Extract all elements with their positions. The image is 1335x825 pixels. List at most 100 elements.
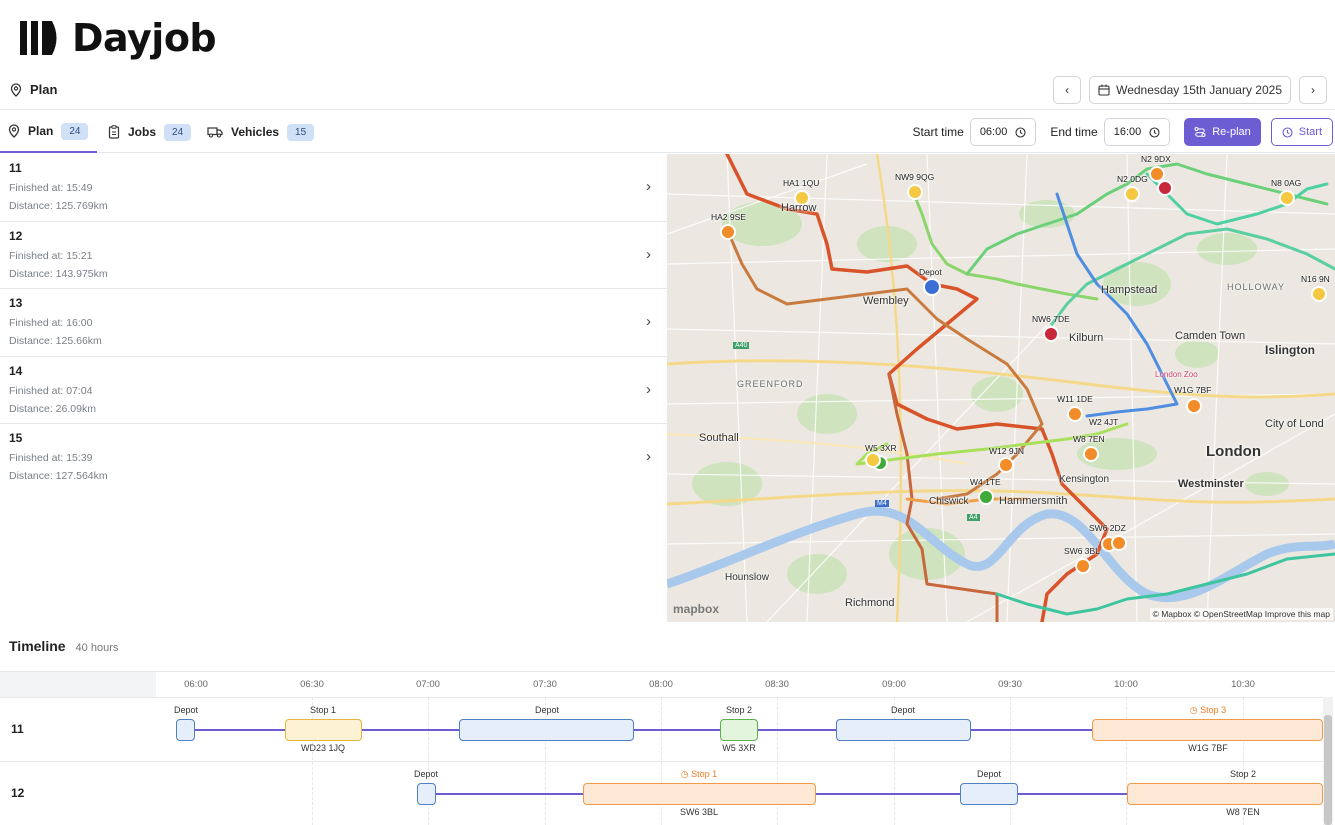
map-place-label: Chiswick [929,496,969,507]
chevron-right-icon: › [646,448,651,465]
map-place-label: Kensington [1059,474,1110,485]
timeline-depot-block[interactable] [417,783,436,805]
plan-id: 11 [9,161,22,175]
plan-id: 12 [9,228,23,243]
route-icon [1194,127,1206,137]
location-pin-icon [10,82,22,97]
timeline-row-label: 12 [11,786,25,800]
map-stop-label: W1G 7BF [1174,385,1212,395]
plan-finished: Finished at: 07:04 [9,384,93,397]
tab-vehicles-count: 15 [287,123,315,141]
tabs-bar: Plan 24 Jobs 24 Vehicles 15 Start time 0… [0,111,1335,153]
timeline-depot-block[interactable] [960,783,1018,805]
timeline-depot-block[interactable] [459,719,634,741]
map-stop-label: N16 9N [1301,274,1330,284]
timeline-depot-block[interactable] [836,719,971,741]
timeline-depot-block[interactable] [176,719,195,741]
start-button-label: Start [1298,126,1322,138]
timeline-scrollbar[interactable] [1323,697,1333,825]
map-stop-label: W11 1DE [1057,394,1093,404]
map-attribution[interactable]: © Mapbox © OpenStreetMap Improve this ma… [1149,608,1333,620]
timeline-block-label-late: ◷ Stop 3 [1190,705,1226,716]
clock-icon: ◷ [1189,705,1201,715]
timeline-block-label-text: Stop 1 [691,769,718,779]
map-stop-label: Depot [919,267,942,277]
timeline-stop-block[interactable] [1127,783,1323,805]
timeline-postcode-label: SW6 3BL [679,807,719,817]
scrollbar-thumb[interactable] [1324,715,1332,825]
replan-button[interactable]: Re-plan [1184,118,1261,146]
tab-jobs[interactable]: Jobs 24 [108,111,192,153]
timeline-stop-block[interactable] [1092,719,1323,741]
map-place-label: Westminster [1178,478,1244,490]
start-time-value: 06:00 [979,126,1008,138]
map-place-label: Hammersmith [999,495,1068,507]
page-title: Plan [10,82,57,97]
timeline-stop-block[interactable] [720,719,758,741]
timeline-row: 12 Depot ◷ Stop 1 Depot Stop 2 SW6 3BL W… [0,761,1323,825]
chevron-right-icon: › [646,313,651,330]
chevron-right-icon: › [646,380,651,398]
next-day-button[interactable]: › [1299,76,1327,104]
tab-vehicles[interactable]: Vehicles 15 [207,111,315,153]
timeline-tick: 08:30 [765,679,789,690]
tab-plan[interactable]: Plan 24 [0,111,97,153]
map-stop-label: NW6 7DE [1032,314,1070,324]
plan-id: 14 [9,363,23,378]
timeline-block-label: Stop 2 [725,705,753,715]
timeline-block-label: Depot [413,769,439,779]
timeline-grid: 06:00 06:30 07:00 07:30 08:00 08:30 09:0… [0,671,1335,825]
end-time-input[interactable]: 16:00 [1103,118,1171,146]
replan-label: Re-plan [1212,126,1251,138]
mapbox-logo[interactable]: mapbox [673,602,719,616]
brand-logo: Dayjob [18,16,217,60]
plan-list-item[interactable]: 14 Finished at: 07:04 Distance: 26.09km … [0,357,667,424]
page-title-label: Plan [30,82,58,97]
start-time-input[interactable]: 06:00 [969,118,1037,146]
map-place-label: Richmond [845,597,895,609]
timeline-tick: 07:00 [416,679,440,690]
end-time-value: 16:00 [1113,126,1142,138]
tab-vehicles-label: Vehicles [231,125,280,139]
clock-icon [1149,126,1160,138]
map-stop-label: HA1 1QU [783,178,820,188]
plan-list: 11 Finished at: 15:49 Distance: 125.769k… [0,154,667,622]
map-place-label: Southall [699,432,739,444]
timeline-postcode-label: W5 3XR [722,743,756,753]
timeline-tick: 09:00 [882,679,906,690]
map-place-label: Hounslow [725,572,769,583]
timeline-corner [0,672,156,697]
map-stop-label: N2 0DG [1117,174,1148,184]
map-stop-label: N2 9DX [1141,154,1171,164]
timeline-block-label: Stop 1 [309,705,337,715]
road-shield: A4 [967,514,980,521]
plan-list-item[interactable]: 13 Finished at: 16:00 Distance: 125.66km… [0,289,667,357]
timeline-row: 11 Depot Stop 1 Depot Stop 2 Depot ◷ Sto… [0,697,1323,761]
start-time-label: Start time [912,125,964,139]
chevron-left-icon: ‹ [1065,83,1070,97]
timeline-stop-block[interactable] [285,719,362,741]
end-time-label: End time [1050,125,1098,139]
timeline-row-label: 11 [11,722,24,736]
timeline-tick: 06:00 [184,679,208,690]
route-map[interactable]: N2 9DX HA1 1QU NW9 9QG N2 0DG N8 0AG HA2… [667,154,1335,622]
tab-jobs-label: Jobs [128,125,157,139]
timeline-stop-block[interactable] [583,783,816,805]
map-place-label: Kilburn [1069,332,1104,344]
plan-list-item[interactable]: 11 Finished at: 15:49 Distance: 125.769k… [0,154,667,222]
map-place-label: London Zoo [1155,370,1198,379]
map-river [667,506,1335,603]
timeline-tick: 10:30 [1231,679,1255,690]
plan-list-item[interactable]: 15 Finished at: 15:39 Distance: 127.564k… [0,424,667,492]
start-button[interactable]: Start [1270,118,1333,146]
road-shield: M4 [875,500,889,507]
subheader: Plan ‹ Wednesday 15th January 2025 › [0,72,1335,110]
plan-list-item[interactable]: 12 Finished at: 15:21 Distance: 143.975k… [0,222,667,289]
plan-finished: Finished at: 16:00 [9,317,93,329]
map-place-label: City of Lond [1265,418,1324,430]
date-picker-button[interactable]: Wednesday 15th January 2025 [1089,76,1291,104]
prev-day-button[interactable]: ‹ [1053,76,1082,104]
plan-distance: Distance: 127.564km [9,470,108,482]
plan-finished: Finished at: 15:21 [9,249,93,262]
timeline-block-label: Depot [976,769,1002,779]
